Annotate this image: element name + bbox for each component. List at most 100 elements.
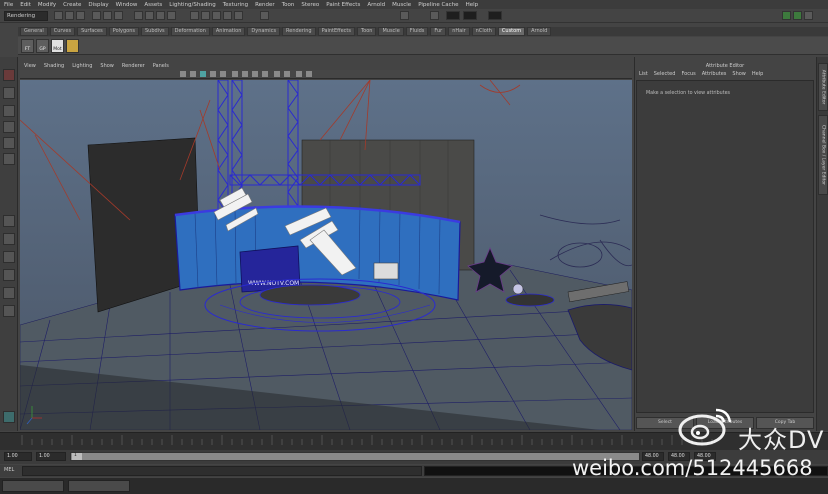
shelf-tab-toon[interactable]: Toon xyxy=(356,27,377,36)
panel-menu-show[interactable]: Show xyxy=(100,63,114,69)
menu-help[interactable]: Help xyxy=(466,2,479,8)
shelf-tab-animation[interactable]: Animation xyxy=(211,27,246,36)
new-scene-icon[interactable] xyxy=(54,11,63,20)
shelf-tab-ncloth[interactable]: nCloth xyxy=(471,27,496,36)
render-frame-icon[interactable] xyxy=(201,11,210,20)
four-view-layout-icon[interactable] xyxy=(3,233,15,245)
menu-lighting-shading[interactable]: Lighting/Shading xyxy=(169,2,215,8)
save-scene-icon[interactable] xyxy=(76,11,85,20)
taskbar-window-2[interactable] xyxy=(68,480,130,492)
menu-paint-effects[interactable]: Paint Effects xyxy=(326,2,360,8)
shelf-tab-general[interactable]: General xyxy=(20,27,48,36)
abs-transform-icon[interactable] xyxy=(430,11,439,20)
taskbar-window-1[interactable] xyxy=(2,480,64,492)
panel-toolbar-icons[interactable] xyxy=(20,70,632,79)
show-channel-box-icon[interactable] xyxy=(804,11,813,20)
open-scene-icon[interactable] xyxy=(65,11,74,20)
render-settings-icon[interactable] xyxy=(223,11,232,20)
menu-display[interactable]: Display xyxy=(88,2,108,8)
move-tool-icon[interactable] xyxy=(3,121,15,133)
rotate-tool-icon[interactable] xyxy=(3,137,15,149)
shelf-tab-subdivs[interactable]: Subdivs xyxy=(141,27,169,36)
shelf-button-mot[interactable]: Mot xyxy=(51,39,64,53)
ipr-render-icon[interactable] xyxy=(212,11,221,20)
paint-select-icon[interactable] xyxy=(3,105,15,117)
menu-pipeline-cache[interactable]: Pipeline Cache xyxy=(418,2,458,8)
playback-start-field[interactable]: 1.00 xyxy=(36,452,66,461)
z-field[interactable] xyxy=(488,11,502,20)
outliner-icon[interactable] xyxy=(3,305,15,317)
shelf-tab-dynamics[interactable]: Dynamics xyxy=(247,27,281,36)
menu-render[interactable]: Render xyxy=(255,2,275,8)
lasso-tool-icon[interactable] xyxy=(3,87,15,99)
show-tool-settings-icon[interactable] xyxy=(793,11,802,20)
attr-menu-help[interactable]: Help xyxy=(752,71,763,79)
snap-grid-icon[interactable] xyxy=(134,11,143,20)
shelf-tab-surfaces[interactable]: Surfaces xyxy=(77,27,107,36)
shelf-tab-curves[interactable]: Curves xyxy=(49,27,76,36)
menu-modify[interactable]: Modify xyxy=(38,2,56,8)
history-icon[interactable] xyxy=(190,11,199,20)
menu-stereo[interactable]: Stereo xyxy=(301,2,319,8)
x-field[interactable] xyxy=(446,11,460,20)
menu-arnold[interactable]: Arnold xyxy=(367,2,385,8)
menu-muscle[interactable]: Muscle xyxy=(392,2,411,8)
persp-outliner-layout-icon[interactable] xyxy=(3,287,15,299)
shelf-tab-polygons[interactable]: Polygons xyxy=(108,27,139,36)
shelf-tab-nhair[interactable]: nHair xyxy=(448,27,470,36)
transform-mode-icon[interactable] xyxy=(400,11,409,20)
perspective-viewport[interactable]: WWW.NOTV.COM xyxy=(20,80,632,430)
range-slider[interactable] xyxy=(70,452,640,461)
menu-create[interactable]: Create xyxy=(63,2,81,8)
shelf-tab-rendering[interactable]: Rendering xyxy=(282,27,316,36)
shelf-tab-painteffects[interactable]: PaintEffects xyxy=(317,27,355,36)
help-line-icon[interactable] xyxy=(3,411,15,423)
side-tab-attribute-editor[interactable]: Attribute Editor xyxy=(818,63,828,111)
attr-menu-attributes[interactable]: Attributes xyxy=(702,71,727,79)
side-tab-channel-box[interactable]: Channel Box / Layer Editor xyxy=(818,115,828,195)
menu-toon[interactable]: Toon xyxy=(282,2,295,8)
attr-menu-list[interactable]: List xyxy=(639,71,648,79)
menu-file[interactable]: File xyxy=(4,2,13,8)
shelf-button-ft[interactable]: FT xyxy=(21,39,34,53)
shelf-tab-muscle[interactable]: Muscle xyxy=(378,27,404,36)
attr-menu-show[interactable]: Show xyxy=(732,71,746,79)
menu-texturing[interactable]: Texturing xyxy=(223,2,248,8)
side-by-side-layout-icon[interactable] xyxy=(3,251,15,263)
shelf-tab-fluids[interactable]: Fluids xyxy=(405,27,429,36)
attr-menu-selected[interactable]: Selected xyxy=(654,71,676,79)
snap-point-icon[interactable] xyxy=(156,11,165,20)
select-tool-icon[interactable] xyxy=(3,69,15,81)
panel-menu-shading[interactable]: Shading xyxy=(44,63,64,69)
menu-set-dropdown[interactable]: Rendering xyxy=(4,11,48,21)
scale-tool-icon[interactable] xyxy=(3,153,15,165)
panel-menu-lighting[interactable]: Lighting xyxy=(72,63,92,69)
single-view-layout-icon[interactable] xyxy=(3,215,15,227)
attr-menu-focus[interactable]: Focus xyxy=(681,71,695,79)
select-object-icon[interactable] xyxy=(103,11,112,20)
mel-input[interactable] xyxy=(22,466,422,476)
menu-edit[interactable]: Edit xyxy=(20,2,31,8)
snap-curve-icon[interactable] xyxy=(145,11,154,20)
panel-menu-panels[interactable]: Panels xyxy=(153,63,169,69)
shelf-tab-arnold[interactable]: Arnold xyxy=(527,27,552,36)
input-line-icon[interactable] xyxy=(260,11,269,20)
shelf-tab-custom[interactable]: Custom xyxy=(497,27,526,36)
select-component-icon[interactable] xyxy=(114,11,123,20)
select-hierarchy-icon[interactable] xyxy=(92,11,101,20)
shelf-tab-deformation[interactable]: Deformation xyxy=(170,27,210,36)
start-time-field[interactable]: 1.00 xyxy=(4,452,32,461)
panel-menu-view[interactable]: View xyxy=(24,63,36,69)
mel-label[interactable]: MEL xyxy=(4,467,14,473)
shelf-tab-fur[interactable]: Fur xyxy=(430,27,447,36)
hypershade-icon[interactable] xyxy=(234,11,243,20)
menu-window[interactable]: Window xyxy=(116,2,138,8)
snap-view-icon[interactable] xyxy=(167,11,176,20)
shelf-script-icon[interactable] xyxy=(66,39,79,53)
shelf-button-gp[interactable]: GP xyxy=(36,39,49,53)
show-attr-editor-icon[interactable] xyxy=(782,11,791,20)
panel-menu-renderer[interactable]: Renderer xyxy=(122,63,145,69)
persp-graph-layout-icon[interactable] xyxy=(3,269,15,281)
y-field[interactable] xyxy=(463,11,477,20)
menu-assets[interactable]: Assets xyxy=(144,2,162,8)
